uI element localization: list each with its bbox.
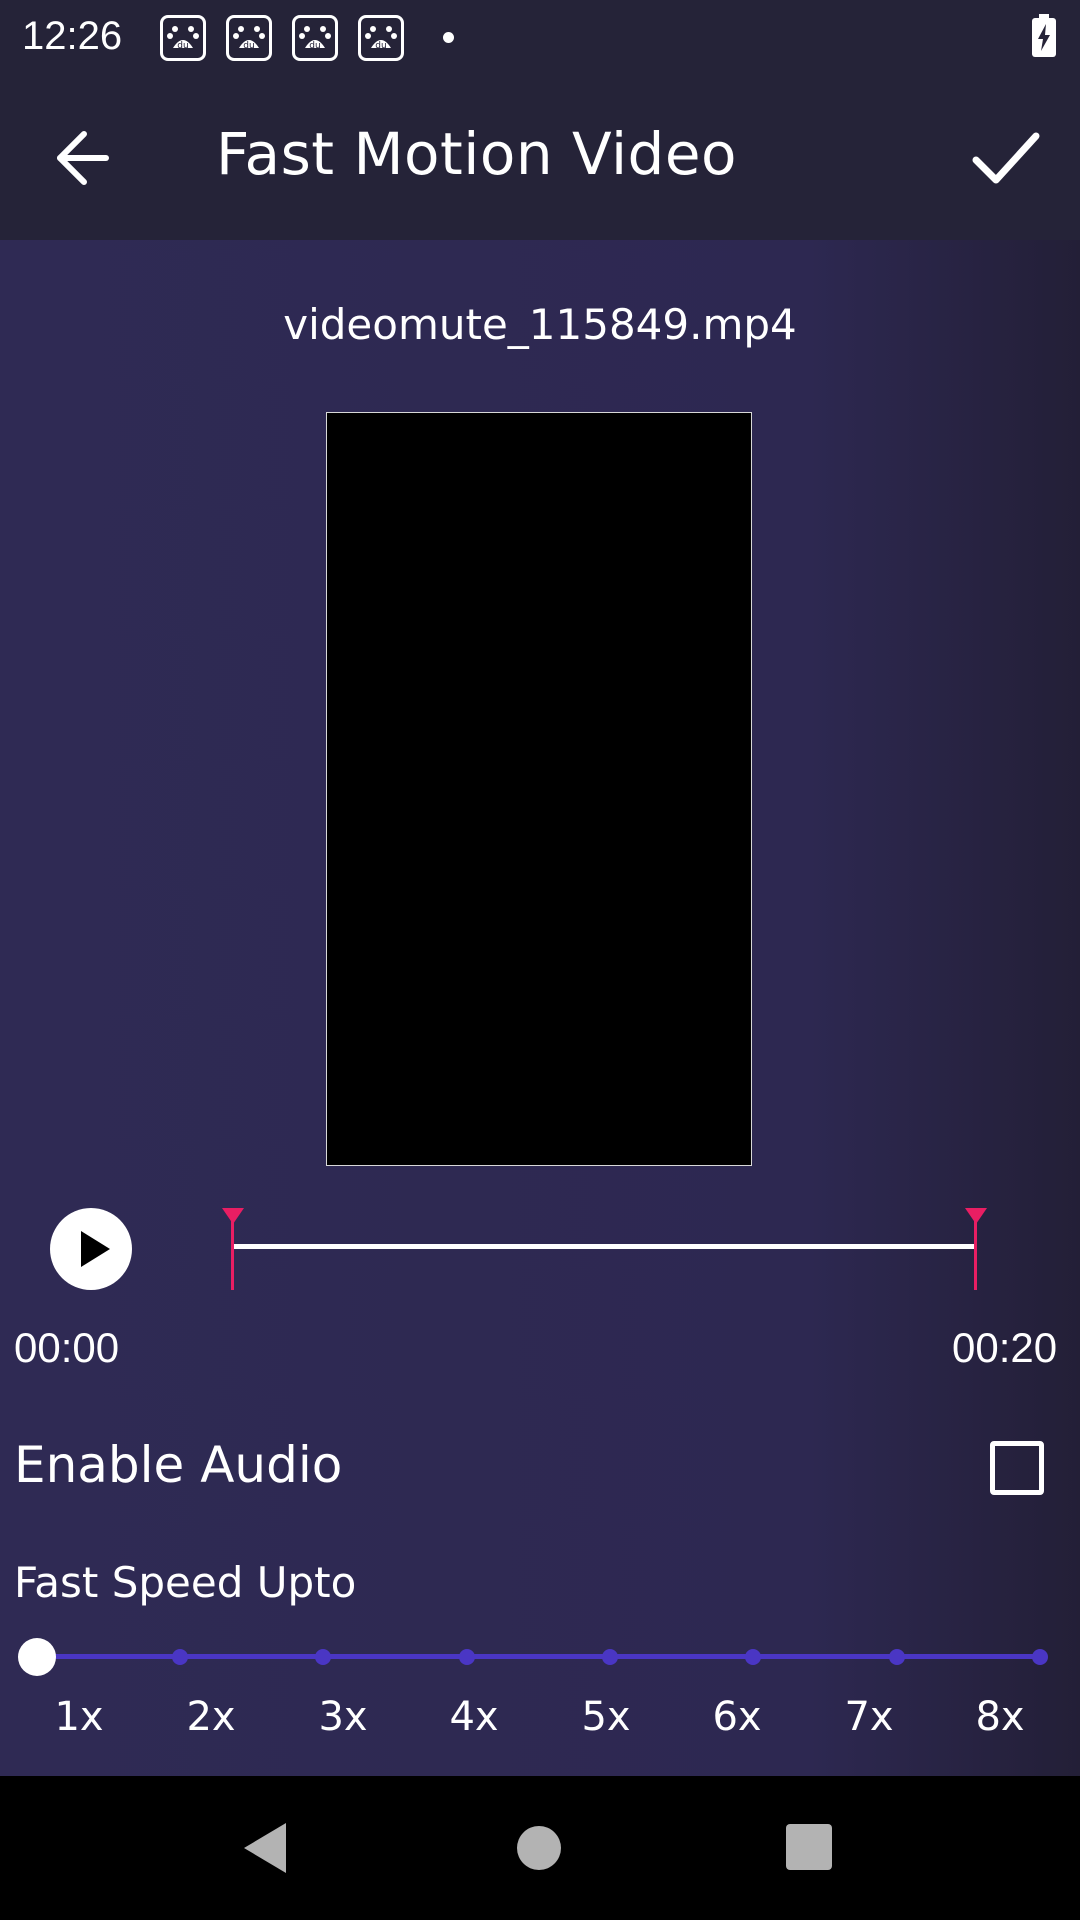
speed-label: Fast Speed Upto [14, 1558, 357, 1607]
svg-text:du: du [309, 41, 320, 51]
page-title: Fast Motion Video [216, 120, 738, 188]
status-bar: 12:26 du du du du [0, 0, 1080, 74]
baidu-icon: du [292, 15, 338, 61]
enable-audio-checkbox[interactable] [990, 1441, 1044, 1495]
nav-recents-icon[interactable] [786, 1824, 832, 1870]
end-time: 00:20 [952, 1324, 1058, 1371]
speed-option: 6x [712, 1694, 762, 1740]
svg-text:du: du [243, 41, 254, 51]
status-time: 12:26 [22, 14, 123, 58]
check-icon [972, 132, 1040, 184]
arrow-left-icon [57, 131, 109, 185]
start-time: 00:00 [14, 1324, 120, 1371]
speed-option: 4x [449, 1694, 499, 1740]
speed-option: 2x [186, 1694, 236, 1740]
battery-charging-icon [1031, 14, 1057, 58]
play-icon [81, 1231, 110, 1267]
slider-tick [315, 1649, 331, 1665]
video-preview[interactable] [326, 412, 752, 1166]
nav-back-icon [244, 1823, 286, 1873]
slider-tick [459, 1649, 475, 1665]
baidu-icon: du [160, 15, 206, 61]
trim-timeline[interactable] [222, 1208, 987, 1290]
svg-text:du: du [177, 41, 188, 51]
slider-tick [745, 1649, 761, 1665]
speed-option: 7x [844, 1694, 894, 1740]
speed-option: 8x [975, 1694, 1025, 1740]
slider-tick [889, 1649, 905, 1665]
system-nav-bar [0, 1776, 1080, 1920]
notification-icons: du du du du [160, 15, 404, 61]
confirm-button[interactable] [970, 126, 1042, 190]
baidu-icon: du [226, 15, 272, 61]
timeline-track [232, 1244, 974, 1249]
slider-tick [1032, 1649, 1048, 1665]
back-button[interactable] [50, 126, 114, 190]
more-notifications-dot [443, 32, 454, 43]
svg-text:du: du [375, 41, 386, 51]
speed-option: 1x [54, 1694, 104, 1740]
trim-start-handle[interactable] [222, 1208, 244, 1290]
video-file-name: videomute_115849.mp4 [283, 300, 797, 349]
baidu-icon: du [358, 15, 404, 61]
slider-tick [172, 1649, 188, 1665]
speed-slider[interactable] [18, 1634, 1058, 1678]
speed-option: 3x [318, 1694, 368, 1740]
play-button[interactable] [50, 1208, 132, 1290]
speed-slider-thumb[interactable] [18, 1638, 56, 1676]
speed-option: 5x [581, 1694, 631, 1740]
slider-tick [602, 1649, 618, 1665]
app-bar: Fast Motion Video [0, 74, 1080, 240]
enable-audio-label: Enable Audio [14, 1436, 343, 1494]
nav-back-button[interactable] [240, 1821, 290, 1875]
speed-options: 1x 2x 3x 4x 5x 6x 7x 8x [0, 1694, 1080, 1754]
trim-end-handle[interactable] [965, 1208, 987, 1290]
editor-content: videomute_115849.mp4 00:00 00:20 Enable … [0, 240, 1080, 1776]
nav-home-icon[interactable] [517, 1826, 561, 1870]
